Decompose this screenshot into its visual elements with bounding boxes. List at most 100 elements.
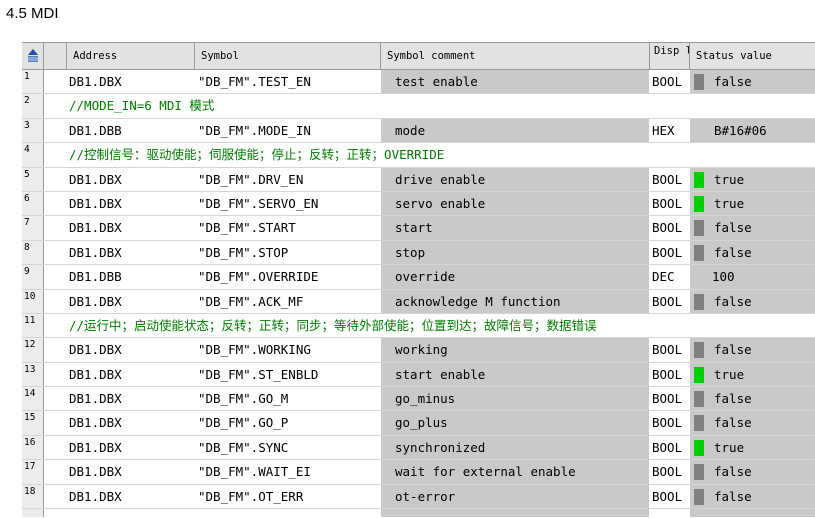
- display-format-cell[interactable]: BOOL: [650, 460, 690, 483]
- display-format-cell[interactable]: BOOL: [650, 70, 690, 93]
- symbol-cell[interactable]: "DB_FM".ST_ENBLD: [195, 363, 380, 386]
- address-cell[interactable]: DB1.DBX25.0: [67, 436, 193, 459]
- table-row[interactable]: 12 DB1.DBX23.1"DB_FM".WORKINGworkingBOOL f…: [22, 338, 815, 363]
- comment-line[interactable]: //MODE_IN=6 MDI 模式: [67, 94, 214, 117]
- display-format-cell[interactable]: BOOL: [650, 387, 690, 410]
- table-row[interactable]: 4 //控制信号：驱动使能；伺服使能；停止；反转；正转；OVERRIDE: [22, 143, 815, 168]
- status-value-cell[interactable]: false: [690, 70, 815, 94]
- row-number[interactable]: 17: [22, 460, 44, 484]
- status-value-cell[interactable]: false: [690, 289, 815, 313]
- row-number[interactable]: 10: [22, 289, 44, 313]
- status-value-cell[interactable]: true: [690, 191, 815, 216]
- address-cell[interactable]: DB1.DBX23.1: [67, 338, 193, 361]
- display-format-cell[interactable]: BOOL: [650, 363, 690, 386]
- table-row[interactable]: 11 //运行中；启动使能状态；反转；正转；同步；等待外部使能；位置到达；故障信号…: [22, 313, 815, 339]
- row-number[interactable]: 6: [22, 191, 44, 216]
- address-cell[interactable]: DB1.DBX15.4: [67, 290, 193, 313]
- address-cell[interactable]: DB1.DBB18: [67, 265, 193, 288]
- table-row[interactable]: 13 DB1.DBX23.0"DB_FM".ST_ENBLDstart enabl…: [22, 362, 815, 388]
- address-cell[interactable]: DB1.DBX25.2: [67, 387, 193, 410]
- address-cell[interactable]: DB1.DBX23.2: [67, 460, 193, 483]
- display-format-cell[interactable]: BOOL: [650, 485, 690, 508]
- header-symbol[interactable]: Symbol: [195, 43, 381, 69]
- display-format-cell[interactable]: BOOL: [650, 290, 690, 313]
- status-value-cell[interactable]: false: [690, 338, 815, 362]
- row-number[interactable]: 8: [22, 240, 44, 265]
- header-corner[interactable]: [22, 43, 44, 69]
- status-value-cell[interactable]: true: [690, 362, 815, 387]
- symbol-cell[interactable]: "DB_FM".DRV_EN: [195, 168, 380, 191]
- row-number[interactable]: 9: [22, 265, 44, 289]
- table-row[interactable]: 18 DB1.DBX22.3"DB_FM".OT_ERRot-errorBOOL f…: [22, 484, 815, 510]
- table-row[interactable]: 10 DB1.DBX15.4"DB_FM".ACK_MFacknowledge M…: [22, 289, 815, 314]
- address-cell[interactable]: DB1.DBX15.7: [67, 168, 193, 191]
- row-number[interactable]: 15: [22, 411, 44, 435]
- table-row[interactable]: 2 //MODE_IN=6 MDI 模式: [22, 94, 815, 119]
- status-value-cell[interactable]: B#16#06: [690, 118, 815, 143]
- symbol-cell[interactable]: "DB_FM".GO_P: [195, 411, 380, 434]
- display-format-cell[interactable]: BOOL: [650, 168, 690, 191]
- comment-line[interactable]: //运行中；启动使能状态；反转；正转；同步；等待外部使能；位置到达；故障信号；数…: [67, 314, 597, 337]
- row-number[interactable]: 5: [22, 167, 44, 191]
- row-number[interactable]: 12: [22, 338, 44, 362]
- symbol-cell[interactable]: "DB_FM".SYNC: [195, 436, 380, 459]
- address-cell[interactable]: DB1.DBX14.1: [67, 70, 193, 93]
- table-row[interactable]: 1 DB1.DBX14.1"DB_FM".TEST_ENtest enableBO…: [22, 70, 815, 95]
- table-row[interactable]: 3 DB1.DBB16"DB_FM".MODE_INmodeHEX B#16#06: [22, 118, 815, 144]
- row-number[interactable]: 16: [22, 435, 44, 460]
- status-value-cell[interactable]: false: [690, 240, 815, 265]
- symbol-cell[interactable]: "DB_FM".GO_M: [195, 387, 380, 410]
- header-status-value[interactable]: Status value: [690, 43, 815, 69]
- display-format-cell[interactable]: BOOL: [650, 241, 690, 264]
- table-row[interactable]: 15 DB1.DBX25.3"DB_FM".GO_Pgo_plusBOOL fals…: [22, 411, 815, 436]
- table-row[interactable]: 7 DB1.DBX15.0"DB_FM".STARTstartBOOL false: [22, 216, 815, 241]
- symbol-cell[interactable]: "DB_FM".ACK_MF: [195, 290, 380, 313]
- address-cell[interactable]: DB1.DBX34.0: [67, 192, 193, 215]
- table-row[interactable]: 9 DB1.DBB18"DB_FM".OVERRIDEoverrideDEC 100: [22, 265, 815, 290]
- header-address[interactable]: Address: [67, 43, 195, 69]
- table-row[interactable]: 17 DB1.DBX23.2"DB_FM".WAIT_EIwait for ext…: [22, 460, 815, 485]
- symbol-cell[interactable]: "DB_FM".START: [195, 216, 380, 239]
- header-symbol-comment[interactable]: Symbol comment: [381, 43, 650, 69]
- symbol-cell[interactable]: "DB_FM".SERVO_EN: [195, 192, 380, 215]
- address-cell[interactable]: DB1.DBX15.1: [67, 241, 193, 264]
- row-number[interactable]: 3: [22, 118, 44, 143]
- header-display-format[interactable]: Disp lay f: [650, 43, 690, 69]
- display-format-cell[interactable]: BOOL: [650, 216, 690, 239]
- row-number[interactable]: 13: [22, 362, 44, 387]
- address-cell[interactable]: DB1.DBX15.0: [67, 216, 193, 239]
- row-number[interactable]: 14: [22, 387, 44, 411]
- row-number[interactable]: 2: [22, 94, 44, 118]
- symbol-cell[interactable]: "DB_FM".WAIT_EI: [195, 460, 380, 483]
- status-value-cell[interactable]: 100: [690, 265, 815, 289]
- table-row[interactable]: 5 DB1.DBX15.7"DB_FM".DRV_ENdrive enableBO…: [22, 167, 815, 192]
- address-cell[interactable]: DB1.DBX25.3: [67, 411, 193, 434]
- address-cell[interactable]: DB1.DBX23.0: [67, 363, 193, 386]
- row-number[interactable]: 4: [22, 143, 44, 167]
- row-number[interactable]: 1: [22, 70, 44, 94]
- status-value-cell[interactable]: false: [690, 484, 815, 509]
- row-number[interactable]: 18: [22, 484, 44, 509]
- status-value-cell[interactable]: false: [690, 216, 815, 240]
- symbol-cell[interactable]: "DB_FM".OVERRIDE: [195, 265, 380, 288]
- table-row[interactable]: 8 DB1.DBX15.1"DB_FM".STOPstopBOOL false: [22, 240, 815, 266]
- display-format-cell[interactable]: DEC: [650, 265, 690, 288]
- display-format-cell[interactable]: HEX: [650, 119, 690, 142]
- status-value-cell[interactable]: true: [690, 435, 815, 460]
- status-value-cell[interactable]: false: [690, 411, 815, 435]
- address-cell[interactable]: DB1.DBX22.3: [67, 485, 193, 508]
- table-row[interactable]: 14 DB1.DBX25.2"DB_FM".GO_Mgo_minusBOOL fal…: [22, 387, 815, 412]
- status-value-cell[interactable]: true: [690, 167, 815, 191]
- table-row[interactable]: 16 DB1.DBX25.0"DB_FM".SYNCsynchronizedBOO…: [22, 435, 815, 461]
- symbol-cell[interactable]: "DB_FM".STOP: [195, 241, 380, 264]
- display-format-cell[interactable]: BOOL: [650, 192, 690, 215]
- display-format-cell[interactable]: BOOL: [650, 436, 690, 459]
- status-value-cell[interactable]: false: [690, 387, 815, 411]
- symbol-cell[interactable]: "DB_FM".MODE_IN: [195, 119, 380, 142]
- status-value-cell[interactable]: false: [690, 460, 815, 484]
- display-format-cell[interactable]: BOOL: [650, 338, 690, 361]
- row-number[interactable]: 7: [22, 216, 44, 240]
- address-cell[interactable]: DB1.DBB16: [67, 119, 193, 142]
- symbol-cell[interactable]: "DB_FM".TEST_EN: [195, 70, 380, 93]
- table-row[interactable]: 6 DB1.DBX34.0"DB_FM".SERVO_ENservo enable…: [22, 191, 815, 217]
